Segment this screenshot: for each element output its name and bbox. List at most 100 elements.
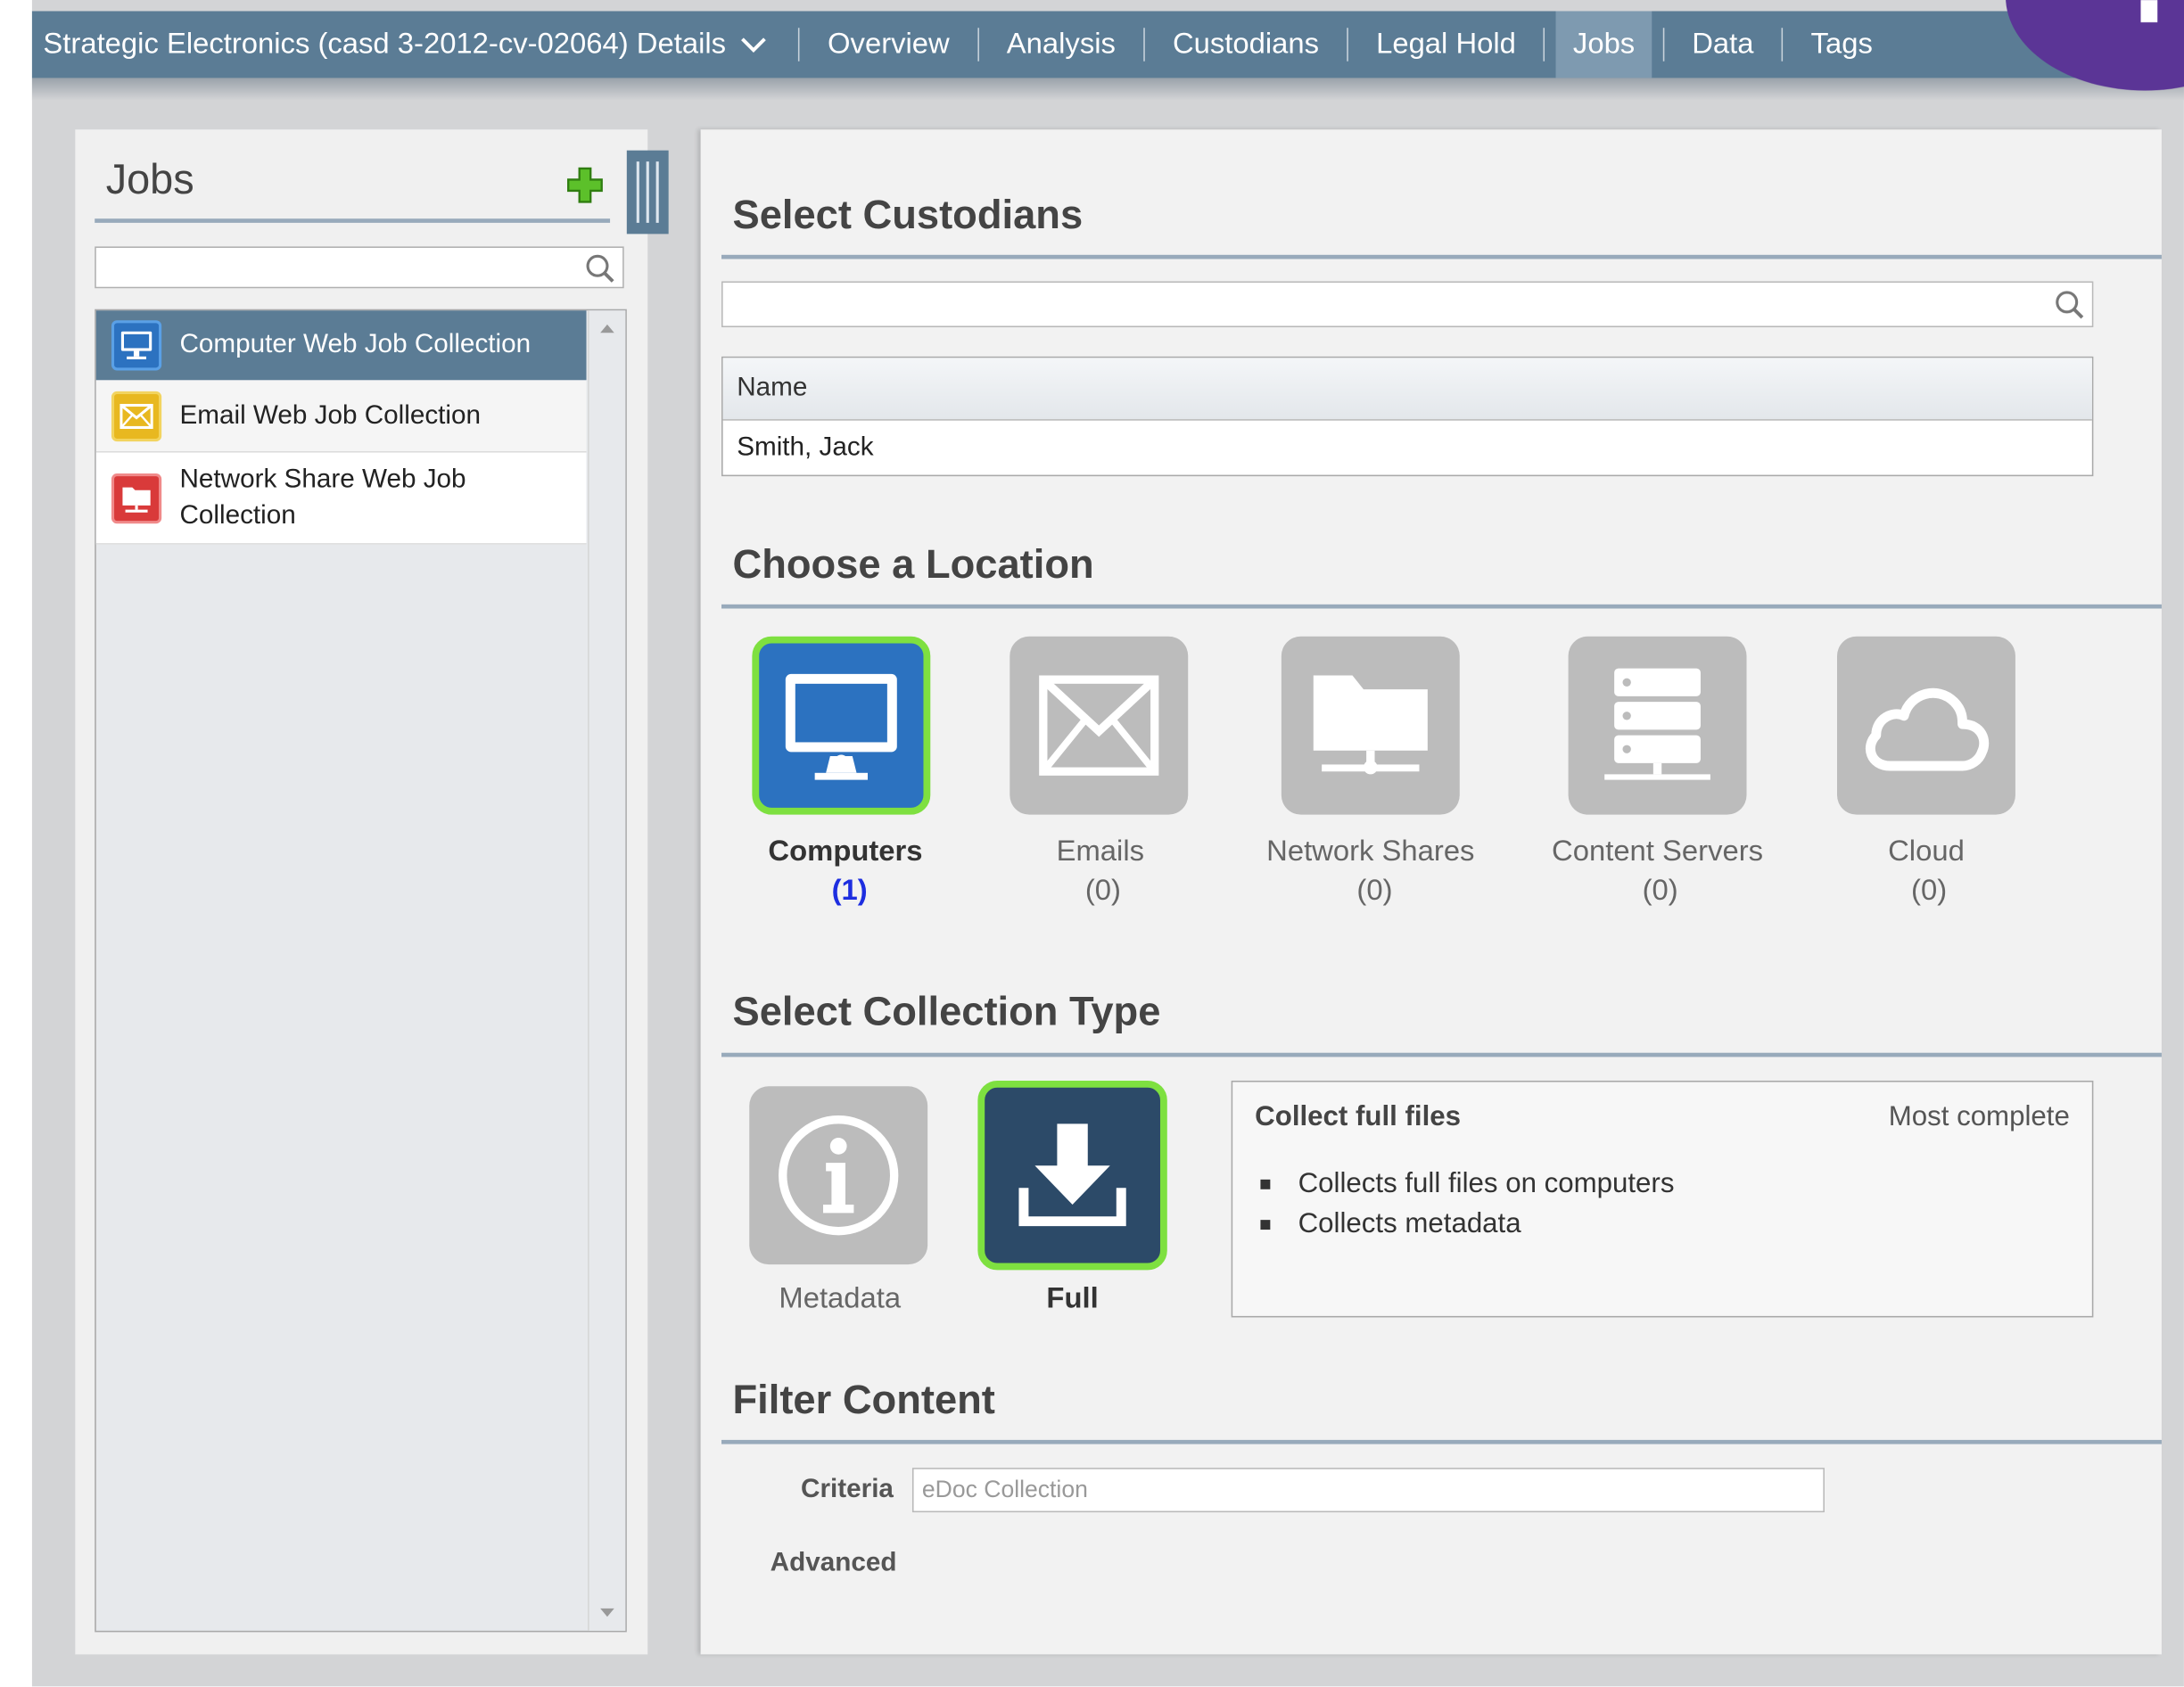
section-rule (721, 254, 2162, 259)
case-title-dropdown[interactable]: Strategic Electronics (casd 3-2012-cv-02… (32, 28, 787, 61)
nav-divider (1347, 28, 1348, 62)
job-item-label: Email Web Job Collection (179, 400, 482, 430)
tab-custodians[interactable]: Custodians (1156, 11, 1336, 78)
collection-type-label: Full (1046, 1282, 1099, 1315)
envelope-icon (1039, 675, 1159, 776)
app-window: Strategic Electronics (casd 3-2012-cv-02… (0, 0, 2184, 1687)
tab-overview[interactable]: Overview (811, 11, 966, 78)
computer-icon (111, 320, 162, 371)
tab-label: Tags (1810, 28, 1873, 61)
location-count-link[interactable]: (1) (711, 875, 989, 908)
choose-location-title: Choose a Location (732, 543, 1094, 588)
envelope-icon (111, 391, 162, 441)
section-rule (721, 1439, 2162, 1444)
location-count: (0) (1911, 874, 1948, 907)
criteria-input[interactable] (911, 1468, 1825, 1513)
job-item-network-share[interactable]: Network Share Web Job Collection (95, 452, 587, 545)
grip-line (646, 161, 649, 223)
section-rule (721, 1052, 2162, 1057)
bullet-icon (1260, 1220, 1271, 1230)
folder-network-icon (1313, 675, 1428, 775)
custodian-table: Name Smith, Jack (721, 356, 2094, 477)
corner-badge-mark (2140, 0, 2158, 22)
jobs-search-input[interactable] (95, 246, 624, 289)
location-computers-tile[interactable] (752, 636, 931, 815)
tab-analysis[interactable]: Analysis (990, 11, 1133, 78)
nav-divider (798, 28, 800, 62)
tab-label: Custodians (1172, 28, 1320, 61)
location-count: (0) (1084, 874, 1121, 907)
job-item-computer[interactable]: Computer Web Job Collection (95, 310, 587, 381)
scroll-down-arrow-icon[interactable] (600, 1608, 614, 1617)
tab-label: Data (1692, 28, 1754, 61)
jobs-panel-title: Jobs (105, 157, 194, 204)
monitor-icon (785, 673, 897, 780)
bullet-text: Collects metadata (1298, 1208, 1521, 1240)
collection-description-box: Collect full files Most complete Collect… (1231, 1080, 2094, 1318)
custodian-search-input[interactable] (721, 281, 2094, 328)
tab-legal-hold[interactable]: Legal Hold (1359, 11, 1532, 78)
nav-divider (1143, 28, 1145, 62)
advanced-label[interactable]: Advanced (771, 1549, 897, 1579)
column-header-label: Name (737, 373, 808, 403)
jobs-title-rule (95, 218, 611, 223)
jobs-panel: Jobs Computer Web Job Collection Email W… (75, 129, 669, 1655)
chevron-down-icon (741, 37, 767, 53)
network-share-icon (111, 473, 162, 523)
location-label: Emails (1056, 835, 1145, 868)
collection-full-tile[interactable] (977, 1080, 1167, 1271)
location-label: Network Shares (1266, 835, 1475, 868)
grip-line (655, 161, 659, 223)
nav-shadow (31, 78, 2184, 101)
grip-line (636, 161, 639, 223)
tab-label: Legal Hold (1376, 28, 1516, 61)
scroll-up-arrow-icon[interactable] (600, 324, 614, 333)
list-item: Collects metadata (1260, 1209, 1674, 1241)
tab-data[interactable]: Data (1676, 11, 1771, 78)
tab-label: Jobs (1572, 28, 1636, 61)
list-item: Collects full files on computers (1260, 1168, 1674, 1200)
job-item-label: Network Share Web Job Collection (179, 464, 466, 531)
criteria-label: Criteria (801, 1474, 894, 1504)
info-icon (779, 1115, 899, 1236)
location-network-shares-tile[interactable] (1281, 636, 1460, 815)
select-custodians-title: Select Custodians (732, 193, 1084, 239)
cloud-icon (1865, 687, 1990, 771)
bullet-icon (1260, 1179, 1271, 1189)
nav-divider (1544, 28, 1545, 62)
job-item-email[interactable]: Email Web Job Collection (95, 380, 587, 453)
description-title: Collect full files (1255, 1101, 1462, 1132)
tab-label: Analysis (1006, 28, 1116, 61)
add-job-button[interactable] (565, 166, 605, 212)
description-bullets: Collects full files on computers Collect… (1260, 1168, 1674, 1249)
jobs-list-scrollbar[interactable] (588, 310, 626, 1631)
search-icon[interactable] (585, 253, 615, 284)
location-count: (0) (1642, 874, 1678, 907)
nav-divider (977, 28, 979, 62)
tab-tags[interactable]: Tags (1794, 11, 1890, 78)
server-icon (1604, 668, 1710, 780)
location-content-servers-tile[interactable] (1568, 636, 1747, 815)
tab-label: Overview (828, 28, 950, 61)
search-icon[interactable] (2055, 290, 2085, 320)
case-title: Strategic Electronics (casd 3-2012-cv-02… (43, 28, 727, 61)
custodian-name: Smith, Jack (737, 432, 874, 462)
plus-icon (567, 167, 603, 203)
nav-divider (1662, 28, 1665, 62)
tab-jobs[interactable]: Jobs (1556, 11, 1652, 78)
location-label: Computers (768, 835, 923, 868)
column-header-name[interactable]: Name (722, 358, 2092, 421)
location-emails-tile[interactable] (1010, 636, 1189, 815)
job-item-label: Computer Web Job Collection (179, 330, 532, 359)
collapse-panel-button[interactable] (626, 150, 669, 235)
table-row[interactable]: Smith, Jack (723, 421, 2092, 475)
location-label: Cloud (1888, 835, 1965, 868)
filter-content-title: Filter Content (732, 1378, 995, 1424)
location-cloud-tile[interactable] (1837, 636, 2015, 815)
select-collection-type-title: Select Collection Type (732, 990, 1161, 1035)
description-tag: Most complete (1888, 1101, 2070, 1132)
bullet-text: Collects full files on computers (1298, 1168, 1675, 1199)
collection-metadata-tile[interactable] (749, 1086, 928, 1265)
top-navigation: Strategic Electronics (casd 3-2012-cv-02… (31, 11, 2184, 78)
section-rule (721, 604, 2162, 609)
